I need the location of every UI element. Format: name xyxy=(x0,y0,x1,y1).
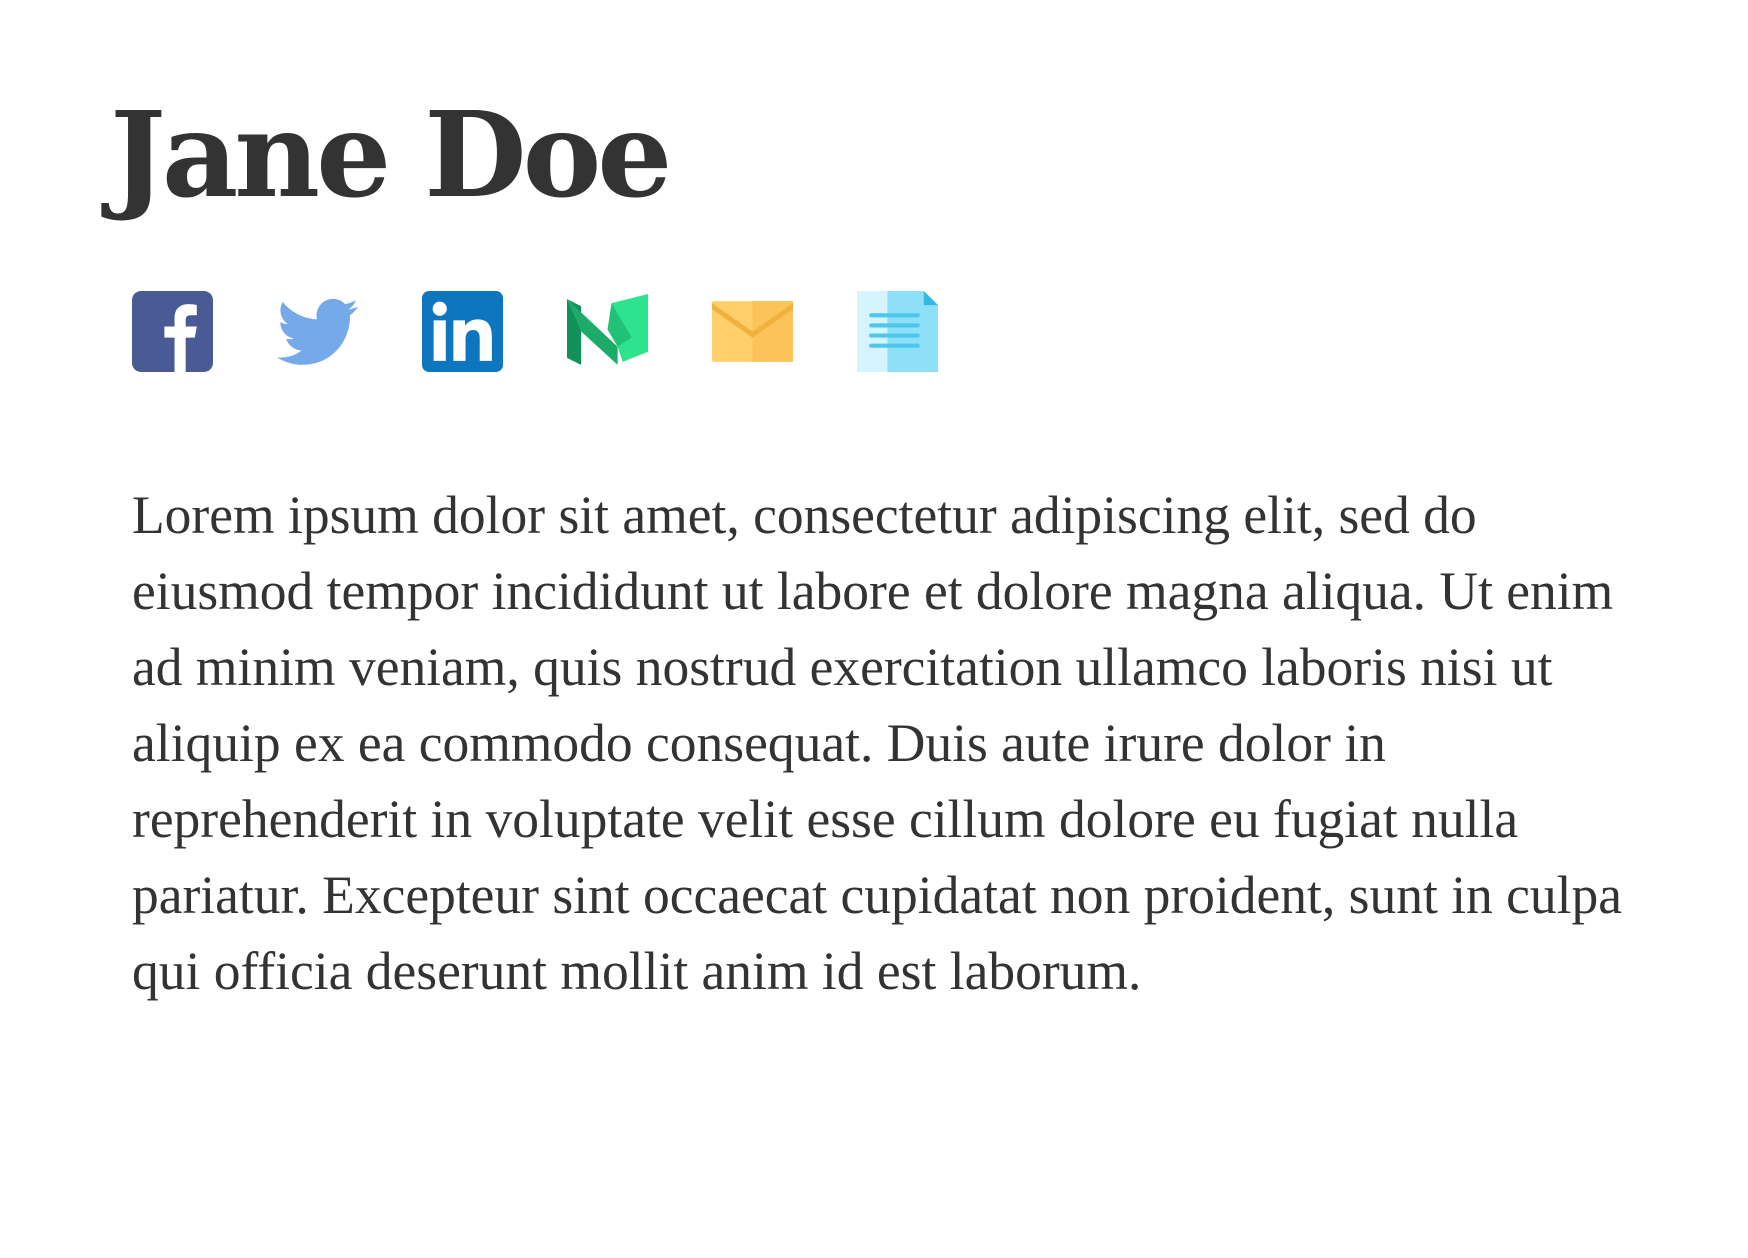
document-icon xyxy=(857,290,938,372)
facebook-icon xyxy=(132,290,213,372)
email-icon xyxy=(712,300,793,362)
twitter-link[interactable] xyxy=(277,291,358,372)
medium-icon xyxy=(567,293,648,365)
linkedin-icon xyxy=(422,290,503,372)
document-link[interactable] xyxy=(857,290,938,372)
profile-bio: Lorem ipsum dolor sit amet, consectetur … xyxy=(132,485,1623,1001)
linkedin-link[interactable] xyxy=(422,290,503,372)
profile-name: Jane Doe xyxy=(110,85,672,224)
facebook-link[interactable] xyxy=(132,290,213,372)
twitter-icon xyxy=(277,298,358,365)
email-link[interactable] xyxy=(712,291,793,372)
social-links xyxy=(132,290,938,372)
medium-link[interactable] xyxy=(567,291,648,372)
profile-page: Jane Doe Lorem ipsum dolor sit amet, con… xyxy=(0,0,1748,1258)
